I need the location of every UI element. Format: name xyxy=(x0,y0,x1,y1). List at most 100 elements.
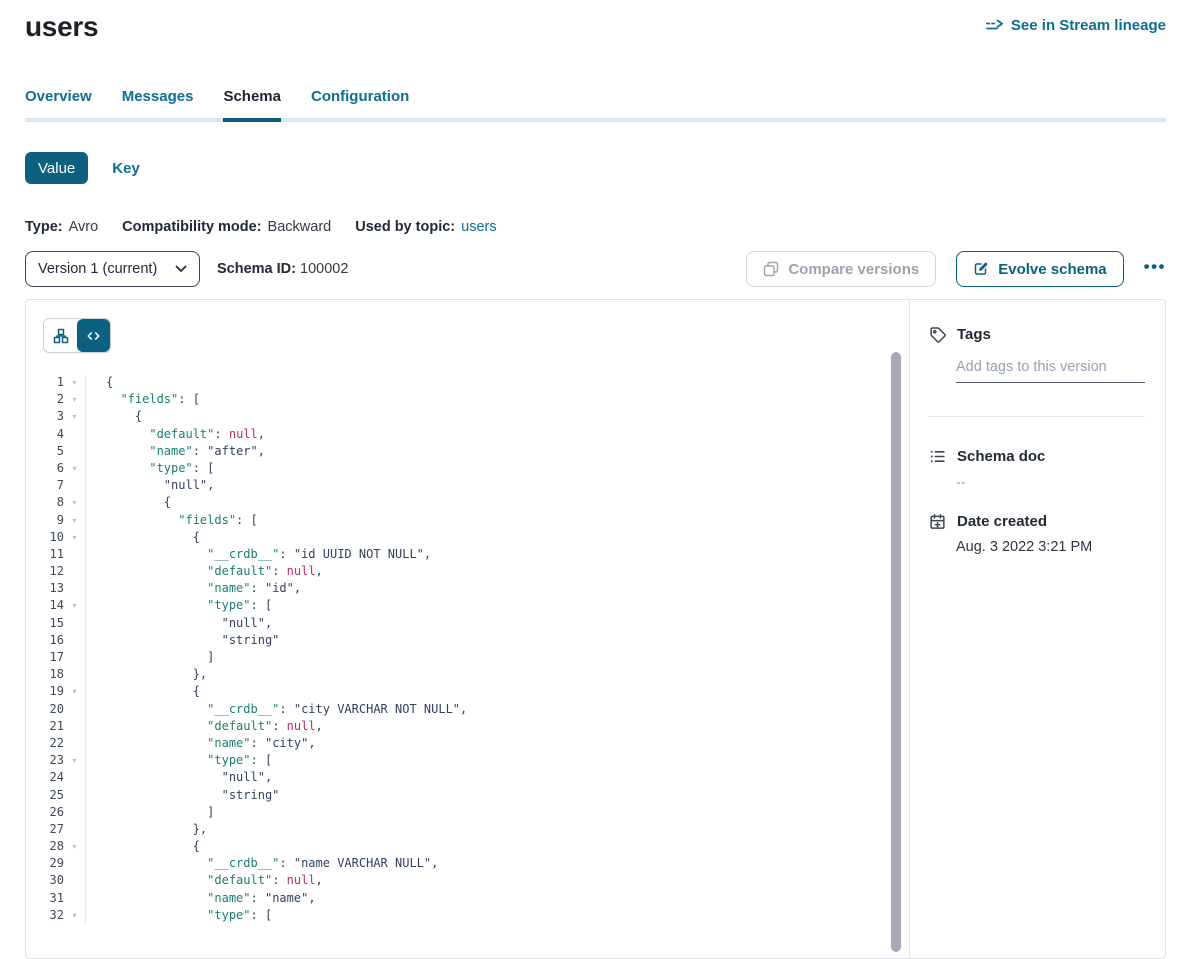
calendar-plus-icon xyxy=(929,513,946,530)
code-line: 9▾ "fields": [ xyxy=(26,512,909,529)
line-number: 4 xyxy=(26,426,64,443)
fold-spacer xyxy=(64,443,85,460)
value-tab[interactable]: Value xyxy=(25,152,88,184)
line-number: 17 xyxy=(26,649,64,666)
fold-spacer xyxy=(64,890,85,907)
code-text: "default": null, xyxy=(85,426,265,443)
compare-versions-label: Compare versions xyxy=(788,261,919,278)
sidebar-divider xyxy=(929,416,1145,417)
fold-arrow-icon[interactable]: ▾ xyxy=(64,838,85,855)
code-line: 4 "default": null, xyxy=(26,426,909,443)
line-number: 19 xyxy=(26,683,64,700)
schema-id: Schema ID: 100002 xyxy=(217,261,348,277)
schema-doc-value: -- xyxy=(956,475,1145,491)
tabs-row: Overview Messages Schema Configuration xyxy=(25,88,1166,122)
code-text: { xyxy=(85,408,142,425)
fold-arrow-icon[interactable]: ▾ xyxy=(64,408,85,425)
fold-arrow-icon[interactable]: ▾ xyxy=(64,597,85,614)
fold-spacer xyxy=(64,632,85,649)
tab-overview[interactable]: Overview xyxy=(25,88,92,122)
line-number: 24 xyxy=(26,769,64,786)
key-tab[interactable]: Key xyxy=(112,160,140,177)
code-line: 14▾ "type": [ xyxy=(26,597,909,614)
line-number: 12 xyxy=(26,563,64,580)
evolve-schema-icon xyxy=(973,261,989,277)
code-line: 31 "name": "name", xyxy=(26,890,909,907)
fold-arrow-icon[interactable]: ▾ xyxy=(64,460,85,477)
code-text: "null", xyxy=(85,615,272,632)
code-text: "string" xyxy=(85,632,279,649)
scrollbar-thumb[interactable] xyxy=(891,352,901,952)
code-line: 26 ] xyxy=(26,804,909,821)
line-number: 7 xyxy=(26,477,64,494)
line-number: 29 xyxy=(26,855,64,872)
date-created-value: Aug. 3 2022 3:21 PM xyxy=(956,539,1145,555)
line-number: 16 xyxy=(26,632,64,649)
code-line: 17 ] xyxy=(26,649,909,666)
code-text: "fields": [ xyxy=(85,391,200,408)
code-line: 8▾ { xyxy=(26,494,909,511)
fold-spacer xyxy=(64,580,85,597)
tags-section: Tags xyxy=(929,326,1145,417)
code-text: "type": [ xyxy=(85,752,272,769)
code-text: "name": "id", xyxy=(85,580,301,597)
schema-sidebar: Tags Schema doc -- xyxy=(910,300,1165,958)
schema-meta: Type: Avro Compatibility mode: Backward … xyxy=(25,219,1166,235)
view-toggle xyxy=(43,318,111,353)
code-line: 19▾ { xyxy=(26,683,909,700)
version-select[interactable]: Version 1 (current) xyxy=(25,251,200,287)
code-view-button[interactable] xyxy=(77,319,110,352)
fold-arrow-icon[interactable]: ▾ xyxy=(64,907,85,924)
more-options-button[interactable]: ••• xyxy=(1144,258,1166,281)
topic-label: Used by topic: xyxy=(355,219,455,235)
code-line: 22 "name": "city", xyxy=(26,735,909,752)
stream-lineage-label: See in Stream lineage xyxy=(1011,17,1166,34)
tree-view-button[interactable] xyxy=(44,319,77,352)
fold-arrow-icon[interactable]: ▾ xyxy=(64,391,85,408)
code-text: "name": "after", xyxy=(85,443,265,460)
code-line: 3▾ { xyxy=(26,408,909,425)
tree-view-icon xyxy=(53,328,69,344)
tab-schema[interactable]: Schema xyxy=(223,88,281,122)
tab-messages[interactable]: Messages xyxy=(122,88,194,122)
code-line: 25 "string" xyxy=(26,787,909,804)
code-line: 27 }, xyxy=(26,821,909,838)
schema-id-label: Schema ID: xyxy=(217,261,296,277)
doc-list-icon xyxy=(929,448,946,465)
stream-lineage-icon xyxy=(986,19,1003,33)
schema-panel: 1▾{2▾ "fields": [3▾ {4 "default": null,5… xyxy=(25,299,1166,959)
version-select-value: Version 1 (current) xyxy=(38,261,157,277)
subtabs: Value Key xyxy=(25,152,1166,184)
line-number: 1 xyxy=(26,374,64,391)
date-created-header: Date created xyxy=(929,513,1145,530)
code-text: "name": "name", xyxy=(85,890,316,907)
code-text: "type": [ xyxy=(85,907,272,924)
tab-configuration[interactable]: Configuration xyxy=(311,88,409,122)
line-number: 30 xyxy=(26,872,64,889)
tag-icon xyxy=(929,326,946,343)
code-text: }, xyxy=(85,666,207,683)
fold-arrow-icon[interactable]: ▾ xyxy=(64,512,85,529)
stream-lineage-link[interactable]: See in Stream lineage xyxy=(986,17,1166,34)
fold-arrow-icon[interactable]: ▾ xyxy=(64,494,85,511)
code-line: 2▾ "fields": [ xyxy=(26,391,909,408)
code-line: 7 "null", xyxy=(26,477,909,494)
fold-arrow-icon[interactable]: ▾ xyxy=(64,752,85,769)
code-text: "default": null, xyxy=(85,563,323,580)
fold-arrow-icon[interactable]: ▾ xyxy=(64,683,85,700)
line-number: 22 xyxy=(26,735,64,752)
tags-input[interactable] xyxy=(956,359,1145,383)
fold-spacer xyxy=(64,821,85,838)
evolve-schema-button[interactable]: Evolve schema xyxy=(956,251,1123,287)
line-number: 2 xyxy=(26,391,64,408)
topic-link[interactable]: users xyxy=(461,219,496,235)
code-text: { xyxy=(85,683,200,700)
compare-versions-button[interactable]: Compare versions xyxy=(746,251,936,287)
line-number: 28 xyxy=(26,838,64,855)
compat-value: Backward xyxy=(268,219,332,235)
fold-arrow-icon[interactable]: ▾ xyxy=(64,529,85,546)
fold-spacer xyxy=(64,649,85,666)
code-editor[interactable]: 1▾{2▾ "fields": [3▾ {4 "default": null,5… xyxy=(26,374,909,924)
code-line: 10▾ { xyxy=(26,529,909,546)
fold-arrow-icon[interactable]: ▾ xyxy=(64,374,85,391)
